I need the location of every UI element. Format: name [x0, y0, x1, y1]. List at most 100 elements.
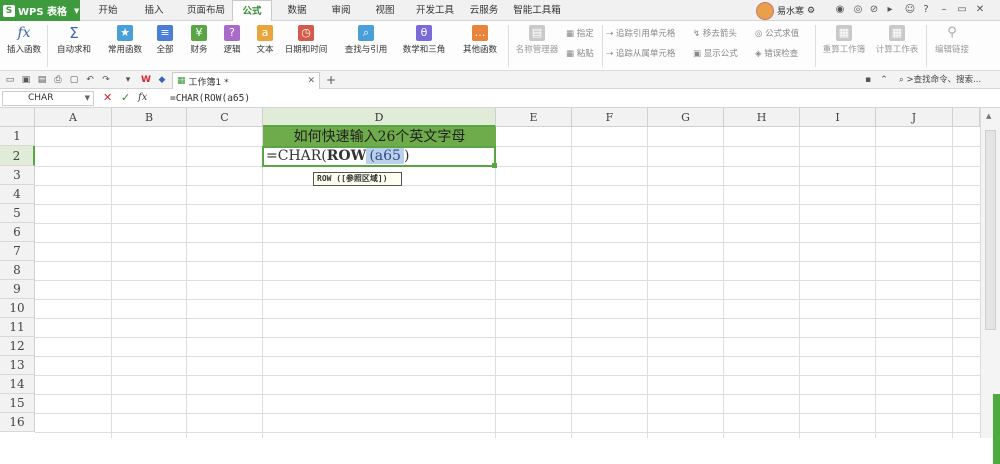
- smiley-icon[interactable]: ☺: [904, 4, 916, 16]
- spreadsheet-grid[interactable]: A B C D E F G H I J 1 2 3 4 5 6 7 8 9 10…: [0, 108, 1000, 464]
- restore-icon[interactable]: ▭: [956, 4, 968, 16]
- recalc-workbook-button[interactable]: ▦ 重算工作簿: [818, 21, 870, 55]
- export-pdf-icon[interactable]: ▤: [36, 74, 48, 86]
- error-check-button[interactable]: ◈ 错误检查: [755, 47, 798, 59]
- column-header-a[interactable]: A: [35, 108, 112, 127]
- search-input[interactable]: ⌕ >查找命令、搜索...: [899, 72, 999, 88]
- select-all-corner[interactable]: [0, 108, 35, 127]
- text-functions-button[interactable]: a 文本: [250, 21, 280, 55]
- row-header-15[interactable]: 15: [0, 394, 35, 413]
- row-header-16[interactable]: 16: [0, 413, 35, 432]
- row-header-11[interactable]: 11: [0, 318, 35, 337]
- column-header-f[interactable]: F: [572, 108, 648, 127]
- cube-icon[interactable]: ◆: [156, 74, 168, 86]
- finance-button[interactable]: ¥ 财务: [184, 21, 214, 55]
- comment-icon[interactable]: ▪: [862, 74, 874, 86]
- logic-button[interactable]: ? 逻辑: [217, 21, 247, 55]
- all-functions-button[interactable]: ≡ 全部: [150, 21, 180, 55]
- name-box[interactable]: CHAR ▼: [2, 91, 94, 106]
- column-header-j[interactable]: J: [876, 108, 953, 127]
- new-tab-icon[interactable]: +: [325, 74, 337, 86]
- app-menu-button[interactable]: S WPS 表格 ▼: [0, 0, 80, 21]
- close-window-icon[interactable]: ✕: [974, 4, 986, 16]
- close-tab-icon[interactable]: ✕: [307, 76, 315, 86]
- column-header-i[interactable]: I: [800, 108, 876, 127]
- row-header-9[interactable]: 9: [0, 280, 35, 299]
- export-icon[interactable]: ▸: [884, 4, 896, 16]
- chevron-down-icon[interactable]: ▼: [85, 92, 90, 105]
- row-header-3[interactable]: 3: [0, 166, 35, 185]
- row-header-4[interactable]: 4: [0, 185, 35, 204]
- help-icon[interactable]: ?: [920, 4, 932, 16]
- math-button[interactable]: θ 数学和三角: [397, 21, 451, 55]
- cancel-icon[interactable]: ✕: [103, 91, 112, 105]
- tab-formulas[interactable]: 公式: [232, 0, 272, 21]
- row-header-12[interactable]: 12: [0, 337, 35, 356]
- column-header-b[interactable]: B: [112, 108, 187, 127]
- redo-icon[interactable]: ↷: [100, 74, 112, 86]
- save-icon[interactable]: ▣: [20, 74, 32, 86]
- scrollbar-thumb[interactable]: [985, 130, 996, 330]
- trace-dependents-button[interactable]: ⇢ 追踪从属单元格: [606, 47, 675, 59]
- column-header-g[interactable]: G: [648, 108, 724, 127]
- side-panel-handle[interactable]: [993, 394, 1000, 464]
- cell-d2-active[interactable]: =CHAR(ROW (a65): [262, 146, 497, 168]
- tab-view[interactable]: 视图: [367, 0, 403, 21]
- datetime-button[interactable]: ◷ 日期和时间: [281, 21, 331, 55]
- open-icon[interactable]: ▭: [4, 74, 16, 86]
- other-functions-button[interactable]: … 其他函数: [455, 21, 505, 55]
- formula-input[interactable]: =CHAR(ROW(a65): [160, 91, 980, 106]
- column-header-c[interactable]: C: [187, 108, 263, 127]
- evaluate-formula-button[interactable]: ◎ 公式求值: [755, 27, 799, 39]
- lookup-button[interactable]: ⌕ 查找与引用: [338, 21, 394, 55]
- user-account[interactable]: 易水寒 ⚙: [756, 1, 815, 20]
- paste-name-button[interactable]: ▦ 粘贴: [566, 47, 594, 59]
- remove-arrows-button[interactable]: ↯ 移去箭头: [693, 27, 737, 39]
- column-header-h[interactable]: H: [724, 108, 800, 127]
- show-formulas-button[interactable]: ▣ 显示公式: [693, 47, 738, 59]
- tab-insert[interactable]: 插入: [136, 0, 172, 21]
- print-icon[interactable]: ⎙: [52, 74, 64, 86]
- tab-developer[interactable]: 开发工具: [412, 0, 458, 21]
- row-header-7[interactable]: 7: [0, 242, 35, 261]
- row-header-14[interactable]: 14: [0, 375, 35, 394]
- tab-smart-toolbox[interactable]: 智能工具箱: [508, 0, 566, 21]
- minimize-icon[interactable]: –: [938, 4, 950, 16]
- row-header-1[interactable]: 1: [0, 127, 35, 146]
- tab-review[interactable]: 审阅: [323, 0, 359, 21]
- row-header-10[interactable]: 10: [0, 299, 35, 318]
- row-header-8[interactable]: 8: [0, 261, 35, 280]
- calc-sheet-button[interactable]: ▦ 计算工作表: [872, 21, 922, 55]
- tab-data[interactable]: 数据: [280, 0, 314, 21]
- print-preview-icon[interactable]: ▢: [68, 74, 80, 86]
- scroll-up-icon[interactable]: ▲: [986, 112, 991, 120]
- insert-function-button[interactable]: fx 插入函数: [4, 21, 44, 55]
- skin-icon[interactable]: ◉: [834, 4, 846, 16]
- tab-cloud[interactable]: 云服务: [464, 0, 504, 21]
- insert-function-fx-icon[interactable]: fx: [138, 91, 147, 105]
- fill-handle[interactable]: [492, 163, 497, 168]
- row-header-2[interactable]: 2: [0, 146, 35, 166]
- tab-home[interactable]: 开始: [90, 0, 126, 21]
- common-functions-button[interactable]: ★ 常用函数: [101, 21, 149, 55]
- tab-page-layout[interactable]: 页面布局: [180, 0, 232, 21]
- row-header-13[interactable]: 13: [0, 356, 35, 375]
- sync-icon[interactable]: ⊘: [868, 4, 880, 16]
- settings-icon[interactable]: ⚙: [807, 6, 815, 16]
- vertical-scrollbar[interactable]: ▲: [980, 108, 1000, 438]
- confirm-icon[interactable]: ✓: [121, 91, 130, 105]
- share-icon[interactable]: ◎: [852, 4, 864, 16]
- document-tab[interactable]: ▦ 工作簿1 * ✕: [172, 72, 320, 89]
- column-header-e[interactable]: E: [496, 108, 572, 127]
- cell-d1[interactable]: 如何快速输入26个英文字母: [263, 127, 496, 147]
- trace-precedents-button[interactable]: ⇢ 追踪引用单元格: [606, 27, 675, 39]
- column-header-k[interactable]: [953, 108, 980, 127]
- autosum-button[interactable]: Σ 自动求和: [50, 21, 98, 55]
- wps-icon[interactable]: W: [140, 74, 152, 86]
- row-header-6[interactable]: 6: [0, 223, 35, 242]
- specify-button[interactable]: ▦ 指定: [566, 27, 594, 39]
- collapse-ribbon-icon[interactable]: ⌃: [878, 74, 890, 86]
- customize-icon[interactable]: ▾: [122, 74, 134, 86]
- edit-links-button[interactable]: ⚲ 编辑链接: [930, 21, 974, 55]
- undo-icon[interactable]: ↶: [84, 74, 96, 86]
